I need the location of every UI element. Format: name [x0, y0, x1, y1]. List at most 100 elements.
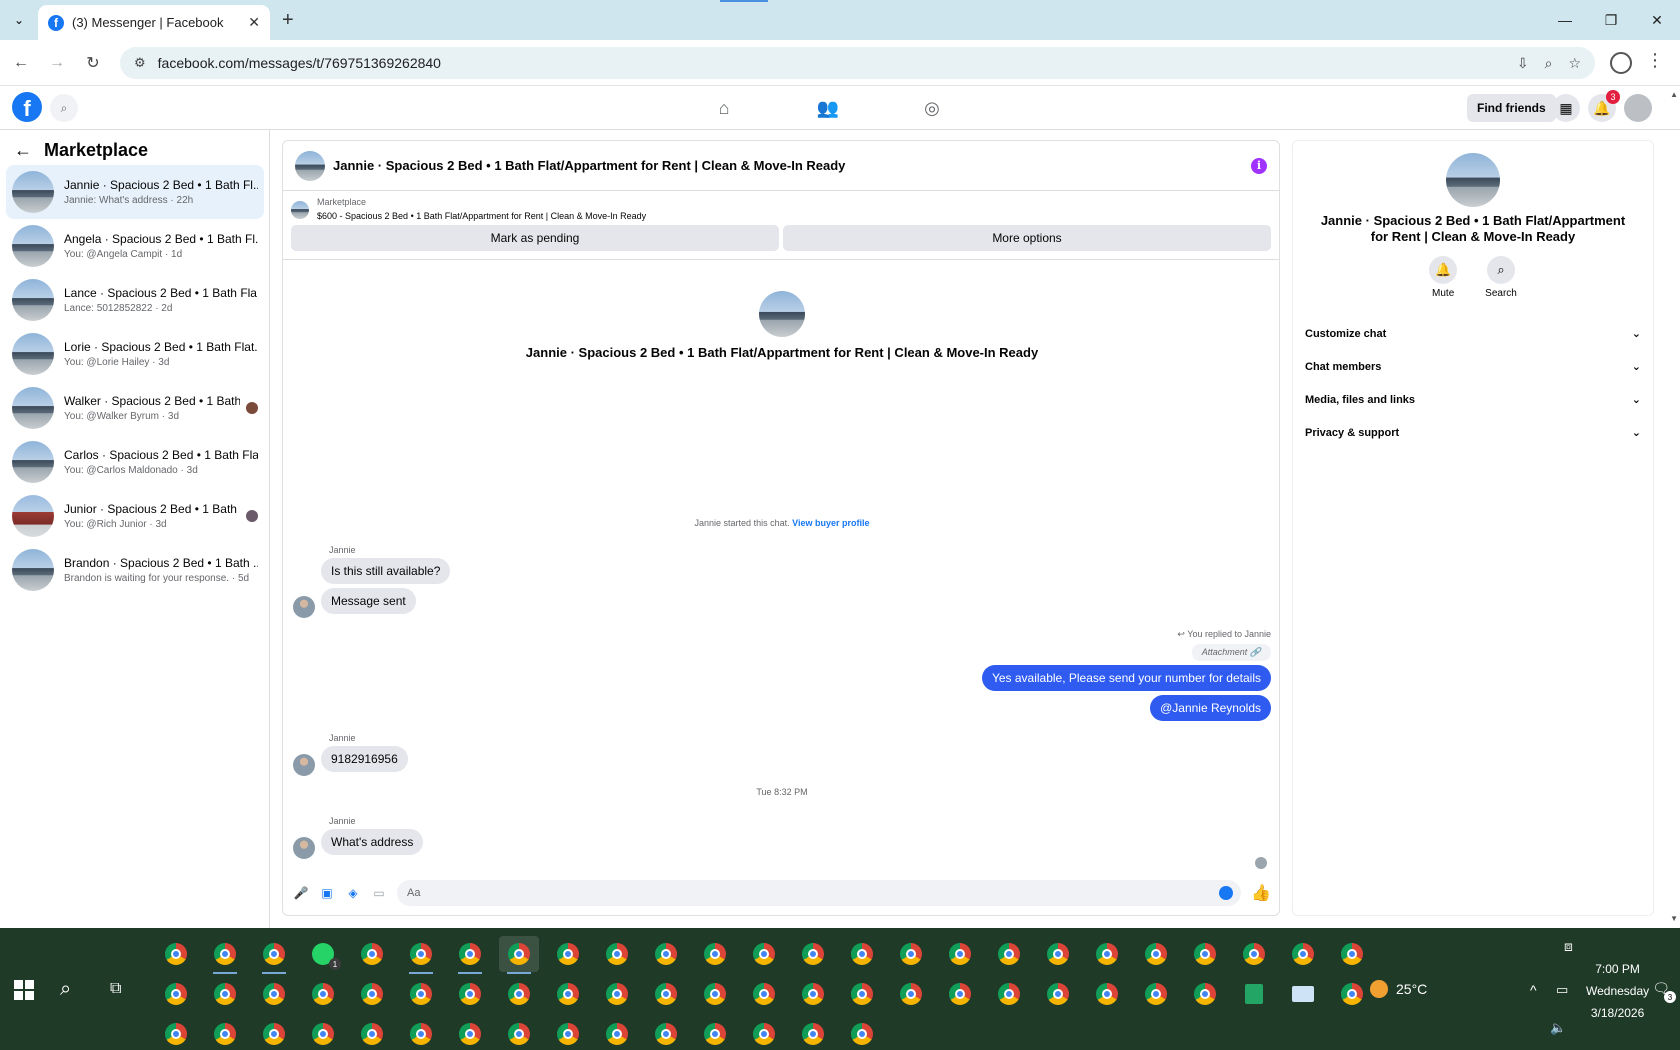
- chrome-app-icon[interactable]: [401, 1016, 441, 1050]
- chrome-app-icon[interactable]: [989, 936, 1029, 972]
- section-chat-members[interactable]: Chat members ⌄: [1305, 350, 1641, 383]
- network-icon[interactable]: ▭: [1556, 982, 1568, 998]
- browser-tab[interactable]: f (3) Messenger | Facebook ✕: [38, 5, 270, 40]
- chrome-app-icon[interactable]: [352, 976, 392, 1012]
- chrome-app-icon[interactable]: [842, 936, 882, 972]
- chrome-app-icon[interactable]: [352, 1016, 392, 1050]
- chrome-app-icon[interactable]: [499, 976, 539, 1012]
- chrome-app-icon[interactable]: [597, 976, 637, 1012]
- conversation-item[interactable]: Lance · Spacious 2 Bed • 1 Bath Fla... La…: [6, 273, 264, 327]
- back-arrow-icon[interactable]: ←: [14, 140, 32, 161]
- message-bubble[interactable]: @Jannie Reynolds: [1150, 695, 1271, 721]
- facebook-logo-icon[interactable]: f: [12, 92, 42, 122]
- friends-icon[interactable]: 👥: [812, 96, 844, 120]
- task-view-icon[interactable]: ⧉: [110, 980, 121, 998]
- find-friends-button[interactable]: Find friends: [1467, 94, 1556, 122]
- mark-as-pending-button[interactable]: Mark as pending: [291, 225, 779, 251]
- whatsapp-app-icon[interactable]: 1: [303, 936, 343, 972]
- zoom-icon[interactable]: ⌕: [1545, 55, 1553, 72]
- omnibox[interactable]: ⚙ facebook.com/messages/t/76975136926284…: [120, 47, 1595, 79]
- chrome-app-icon[interactable]: [156, 976, 196, 1012]
- mute-button[interactable]: 🔔 Mute: [1429, 256, 1458, 299]
- chrome-app-icon[interactable]: [1038, 976, 1078, 1012]
- chrome-app-icon[interactable]: [303, 976, 343, 1012]
- chrome-app-icon[interactable]: [401, 936, 441, 974]
- message-bubble[interactable]: Message sent: [321, 588, 416, 614]
- conversation-item[interactable]: Brandon · Spacious 2 Bed • 1 Bath ... Bra…: [6, 543, 264, 597]
- tab-search-chevron-icon[interactable]: ⌄: [8, 9, 30, 31]
- chrome-app-icon[interactable]: [401, 976, 441, 1012]
- chrome-app-icon[interactable]: [597, 936, 637, 972]
- chrome-app-icon[interactable]: [1087, 976, 1127, 1012]
- chrome-app-icon[interactable]: [793, 936, 833, 972]
- sender-avatar[interactable]: [293, 754, 315, 776]
- close-window-icon[interactable]: ✕: [1634, 0, 1680, 40]
- section-privacy-support[interactable]: Privacy & support ⌄: [1305, 416, 1641, 449]
- chrome-app-icon[interactable]: [499, 1016, 539, 1050]
- chat-title[interactable]: Jannie · Spacious 2 Bed • 1 Bath Flat/Ap…: [333, 158, 1251, 173]
- conversation-item[interactable]: Carlos · Spacious 2 Bed • 1 Bath Fla... Y…: [6, 435, 264, 489]
- forward-arrow-icon[interactable]: →: [46, 52, 68, 74]
- spreadsheet-app-icon[interactable]: [1234, 976, 1274, 1012]
- restore-icon[interactable]: ❐: [1588, 0, 1634, 40]
- clock[interactable]: 7:00 PM Wednesday 3/18/2026: [1586, 958, 1649, 1024]
- chrome-app-icon[interactable]: [695, 976, 735, 1012]
- conversation-item[interactable]: Lorie · Spacious 2 Bed • 1 Bath Flat... Y…: [6, 327, 264, 381]
- chrome-app-icon[interactable]: [1185, 936, 1225, 972]
- message-bubble[interactable]: Is this still available?: [321, 558, 451, 584]
- chrome-app-icon[interactable]: [1038, 936, 1078, 972]
- chrome-app-icon[interactable]: [1283, 936, 1323, 972]
- attachment-chip[interactable]: Attachment 🔗: [1191, 644, 1271, 661]
- chrome-app-icon[interactable]: [989, 976, 1029, 1012]
- minimize-icon[interactable]: —: [1542, 0, 1588, 40]
- chrome-app-icon[interactable]: [695, 1016, 735, 1050]
- view-buyer-profile-link[interactable]: View buyer profile: [792, 518, 869, 528]
- back-arrow-icon[interactable]: ←: [10, 52, 32, 74]
- windows-start-icon[interactable]: [14, 980, 34, 1000]
- facebook-search-icon[interactable]: ⌕: [50, 94, 78, 122]
- chrome-app-icon[interactable]: [646, 936, 686, 972]
- sender-avatar[interactable]: [293, 596, 315, 618]
- chrome-app-icon[interactable]: [744, 936, 784, 972]
- tray-overflow-chevron-icon[interactable]: ^: [1530, 982, 1537, 998]
- url-text[interactable]: facebook.com/messages/t/769751369262840: [158, 55, 1501, 71]
- listing-banner[interactable]: Marketplace $600 - Spacious 2 Bed • 1 Ba…: [283, 191, 1279, 221]
- chrome-app-icon[interactable]: [205, 976, 245, 1012]
- reload-icon[interactable]: ↻: [82, 52, 104, 74]
- message-bubble[interactable]: What's address: [321, 829, 424, 855]
- chrome-app-icon[interactable]: [548, 976, 588, 1012]
- site-info-icon[interactable]: ⚙: [134, 55, 146, 71]
- chrome-app-icon[interactable]: [352, 936, 392, 972]
- install-app-icon[interactable]: ⇩: [1517, 55, 1529, 72]
- conversation-item[interactable]: Jannie · Spacious 2 Bed • 1 Bath Fl... Ja…: [6, 165, 264, 219]
- chrome-app-icon[interactable]: [450, 1016, 490, 1050]
- chrome-app-icon[interactable]: [646, 1016, 686, 1050]
- chrome-app-icon[interactable]: [842, 1016, 882, 1050]
- section-media-files-links[interactable]: Media, files and links ⌄: [1305, 383, 1641, 416]
- groups-icon[interactable]: ◎: [916, 96, 948, 120]
- chrome-app-icon[interactable]: [303, 1016, 343, 1050]
- sticker-icon[interactable]: ◈: [345, 886, 361, 900]
- notification-center-icon[interactable]: 🗨 3: [1652, 980, 1676, 1003]
- browser-profile-icon[interactable]: [1610, 52, 1632, 74]
- chrome-app-icon[interactable]: [695, 936, 735, 972]
- photo-icon[interactable]: ▣: [319, 886, 335, 900]
- chrome-app-icon[interactable]: [1087, 936, 1127, 972]
- gif-icon[interactable]: ▭: [371, 886, 387, 900]
- chrome-app-icon[interactable]: [940, 936, 980, 972]
- scroll-up-arrow-icon[interactable]: ▲: [1670, 90, 1678, 99]
- volume-icon[interactable]: 🔈: [1550, 1020, 1566, 1036]
- sender-avatar[interactable]: [293, 837, 315, 859]
- chat-avatar[interactable]: [295, 150, 325, 181]
- chrome-app-icon[interactable]: [793, 976, 833, 1012]
- tray-display-icon[interactable]: ⧈: [1564, 938, 1573, 955]
- microphone-icon[interactable]: 🎤: [293, 886, 309, 900]
- more-options-button[interactable]: More options: [783, 225, 1271, 251]
- chrome-app-icon[interactable]: [205, 1016, 245, 1050]
- chrome-app-icon[interactable]: [156, 936, 196, 972]
- chrome-app-icon[interactable]: [793, 1016, 833, 1050]
- chrome-app-icon[interactable]: [254, 1016, 294, 1050]
- account-avatar-icon[interactable]: [1624, 94, 1652, 122]
- chrome-app-icon[interactable]: [891, 936, 931, 972]
- keyboard-app-icon[interactable]: [1283, 976, 1323, 1012]
